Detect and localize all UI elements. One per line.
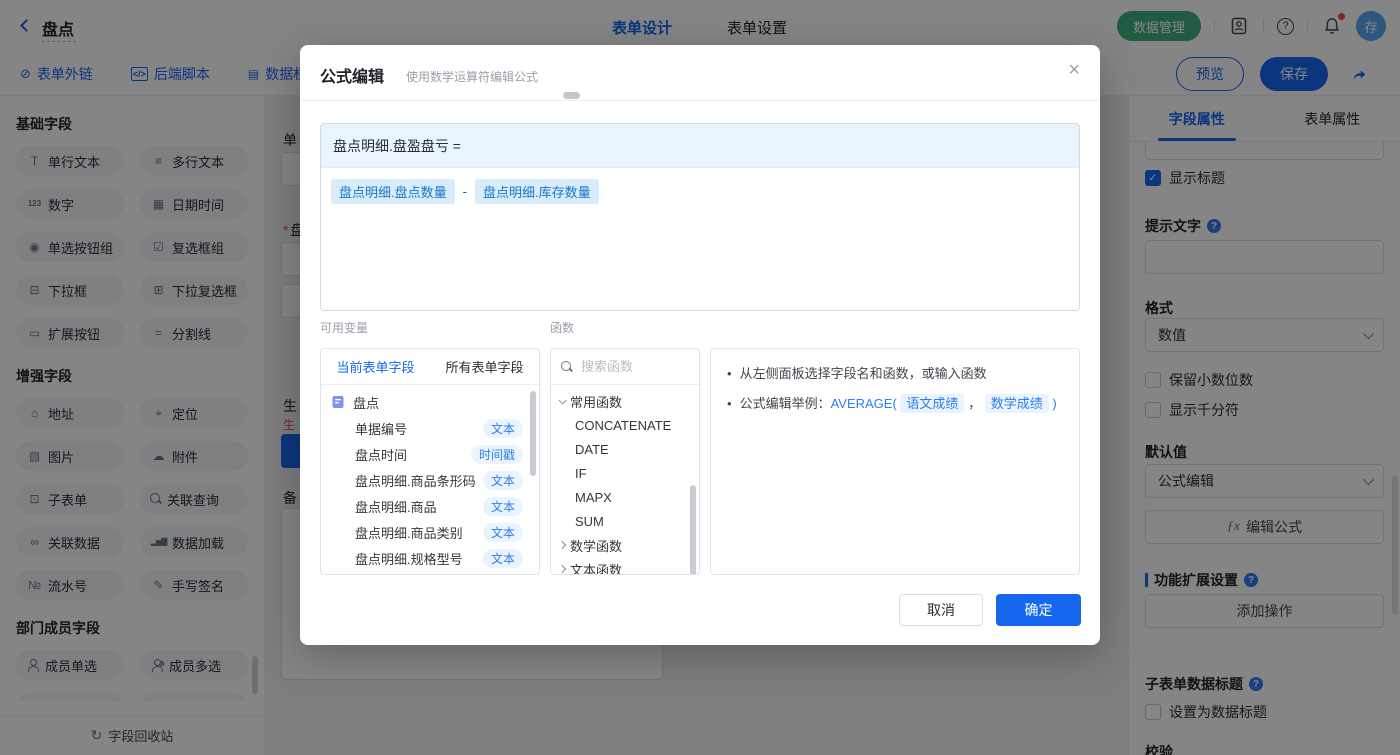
type-badge: 文本 — [482, 418, 523, 438]
functions-label: 函数 — [550, 321, 575, 335]
tip-line: • 从左侧面板选择字段名和函数，或输入函数 — [725, 357, 1065, 387]
formula-expression[interactable]: 盘点明细.盘点数量 - 盘点明细.库存数量 — [321, 168, 1079, 215]
function-item[interactable]: IF — [551, 461, 699, 485]
function-item[interactable]: MAPX — [551, 485, 699, 509]
type-badge: 文本 — [482, 548, 523, 568]
confirm-button[interactable]: 确定 — [996, 594, 1081, 626]
modal-subtitle: 使用数学运算符编辑公式 — [406, 70, 539, 84]
tip-example-line: • 公式编辑举例：AVERAGE( 语文成绩 ， 数学成绩 ) — [725, 387, 1065, 417]
example-field-chip: 语文成绩 — [900, 394, 965, 413]
function-list: 常用函数 CONCATENATE DATE IF MAPX SUM 数学函数 文… — [551, 385, 699, 574]
variables-panel: 当前表单字段 所有表单字段 盘点 单据编号 文本 盘点时间 时间戳 盘点明细.商品条… — [320, 348, 540, 575]
function-item[interactable]: SUM — [551, 509, 699, 533]
variable-row[interactable]: 盘点明细.规格型号 文本 — [321, 545, 539, 571]
bullet: • — [727, 366, 732, 381]
tips-panel: • 从左侧面板选择字段名和函数，或输入函数 • 公式编辑举例：AVERAGE( … — [710, 348, 1080, 575]
formula-target: 盘点明细.盘盈盘亏 = — [321, 124, 1079, 168]
function-group-math[interactable]: 数学函数 — [551, 533, 699, 557]
variable-row[interactable]: 盘点明细.商品条形码 文本 — [321, 467, 539, 493]
type-badge: 文本 — [482, 496, 523, 516]
functions-panel: 常用函数 CONCATENATE DATE IF MAPX SUM 数学函数 文… — [550, 348, 700, 575]
example-function-name: AVERAGE( — [830, 396, 897, 411]
variable-row-clipped[interactable] — [321, 571, 539, 574]
modal-header: 公式编辑 使用数学运算符编辑公式 × — [300, 45, 1100, 101]
formula-editor[interactable]: 盘点明细.盘盈盘亏 = 盘点明细.盘点数量 - 盘点明细.库存数量 — [320, 123, 1080, 311]
formula-edit-modal: 公式编辑 使用数学运算符编辑公式 × 盘点明细.盘盈盘亏 = 盘点明细.盘点数量… — [300, 45, 1100, 645]
search-icon — [561, 360, 573, 373]
function-search[interactable] — [551, 349, 699, 385]
app-screen: 盘点 表单设计 表单设置 数据管理 ? 存 ⊘ 表单外链 </> 后端脚本 ▤ … — [0, 0, 1400, 755]
function-search-input[interactable] — [581, 359, 681, 374]
variables-tree: 盘点 单据编号 文本 盘点时间 时间戳 盘点明细.商品条形码 文本 盘点明细.商品 文本… — [321, 385, 539, 574]
bullet: • — [727, 396, 732, 411]
tab-current-form-fields[interactable]: 当前表单字段 — [321, 349, 430, 384]
variable-row[interactable]: 盘点明细.商品 文本 — [321, 493, 539, 519]
variable-row[interactable]: 盘点明细.商品类别 文本 — [321, 519, 539, 545]
variables-label: 可用变量 — [320, 321, 369, 335]
minus-operator: - — [462, 184, 467, 199]
function-item[interactable]: DATE — [551, 437, 699, 461]
formula-chip[interactable]: 盘点明细.库存数量 — [474, 179, 599, 204]
scroll-thumb — [563, 92, 580, 99]
chevron-right-icon — [557, 540, 567, 550]
type-badge: 时间戳 — [470, 444, 523, 464]
form-doc-icon — [332, 396, 344, 408]
example-field-chip: 数学成绩 — [984, 394, 1049, 413]
chevron-right-icon — [557, 564, 567, 574]
tree-root-form[interactable]: 盘点 — [321, 389, 539, 415]
type-badge: 文本 — [482, 470, 523, 490]
function-item[interactable]: CONCATENATE — [551, 413, 699, 437]
variable-row[interactable]: 单据编号 文本 — [321, 415, 539, 441]
type-badge: 文本 — [482, 522, 523, 542]
modal-title: 公式编辑 — [320, 69, 385, 86]
function-scrollbar[interactable] — [690, 485, 696, 574]
function-group-text[interactable]: 文本函数 — [551, 557, 699, 574]
function-group-common[interactable]: 常用函数 — [551, 389, 699, 413]
formula-chip[interactable]: 盘点明细.盘点数量 — [331, 179, 455, 204]
close-icon[interactable]: × — [1068, 60, 1080, 80]
chevron-down-icon — [558, 396, 567, 405]
tree-scrollbar[interactable] — [530, 391, 536, 476]
cancel-button[interactable]: 取消 — [899, 594, 983, 626]
modal-footer: 取消 确定 — [899, 594, 1081, 626]
variable-row[interactable]: 盘点时间 时间戳 — [321, 441, 539, 467]
tab-all-form-fields[interactable]: 所有表单字段 — [430, 349, 539, 384]
